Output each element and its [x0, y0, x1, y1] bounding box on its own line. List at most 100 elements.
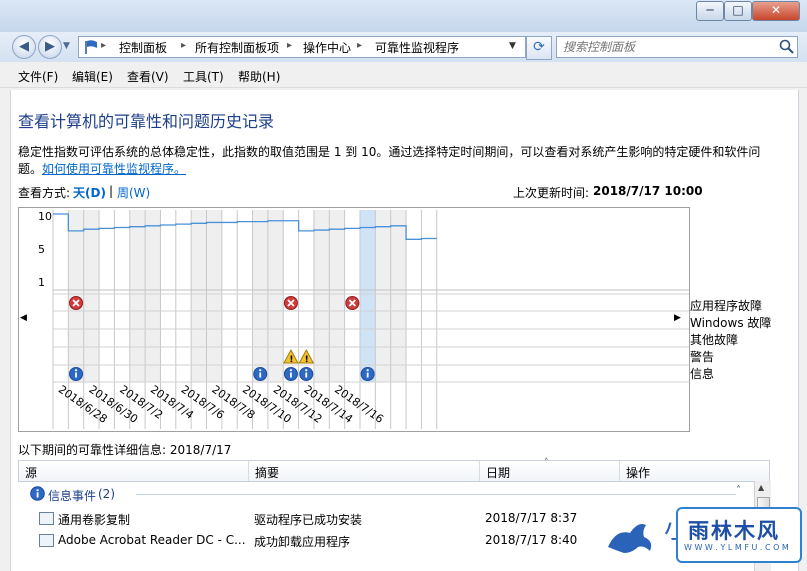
column-action[interactable]: 操作: [626, 464, 650, 481]
breadcrumb-sep-icon: ▸: [101, 40, 107, 51]
address-dropdown-icon[interactable]: ▼: [509, 41, 516, 51]
watermark-brand: 雨林木风: [688, 519, 780, 543]
breadcrumb-action-center[interactable]: 操作中心: [303, 39, 351, 56]
y-tick-label: 1: [38, 276, 45, 289]
column-divider: [619, 461, 620, 481]
help-link[interactable]: 如何使用可靠性监视程序。: [42, 160, 186, 177]
menu-view[interactable]: 查看(V): [127, 68, 169, 85]
reliability-chart[interactable]: 10 5 1!! 2018/6/28 2018/6/30 2018/7/2 2018/7/4…: [18, 207, 690, 432]
column-source[interactable]: 源: [25, 464, 37, 481]
info-icon: [30, 486, 45, 501]
chart-column-shade: [375, 210, 391, 382]
chart-column-shade: [390, 210, 407, 382]
view-day-link[interactable]: 天(D): [73, 184, 106, 201]
row-summary: 驱动程序已成功安装: [254, 513, 363, 527]
back-button[interactable]: ◀: [12, 35, 36, 59]
search-box: [556, 36, 798, 58]
maximize-button[interactable]: □: [724, 1, 752, 21]
group-count: (2): [98, 487, 115, 501]
information-icon: [283, 367, 298, 381]
legend-app-failure: 应用程序故障: [690, 299, 763, 313]
row-source: 通用卷影复制: [58, 513, 131, 527]
information-icon: [299, 367, 314, 381]
document-icon: [39, 534, 54, 547]
search-input[interactable]: [561, 38, 770, 56]
row-summary: 成功卸载应用程序: [254, 535, 351, 549]
group-header-info-events[interactable]: 信息事件 (2) ˄: [18, 484, 768, 504]
close-button[interactable]: ✕: [752, 1, 800, 21]
menu-edit[interactable]: 编辑(E): [72, 68, 113, 85]
recent-pages-dropdown-icon[interactable]: ▼: [63, 41, 70, 51]
table-header: 源 摘要 日期 ˄ 操作: [18, 458, 770, 482]
group-label: 信息事件: [48, 489, 97, 503]
forward-button[interactable]: ▶: [38, 35, 62, 59]
legend-other-failure: 其他故障: [690, 333, 739, 347]
watermark-box: 雨林木风 W W W . Y L M F U . C O M: [676, 507, 802, 563]
details-label: 以下期间的可靠性详细信息: 2018/7/17: [18, 443, 232, 457]
selected-day-column: [360, 210, 376, 382]
minimize-button[interactable]: ─: [696, 1, 724, 21]
y-tick-label: 10: [38, 210, 52, 223]
app-failure-icon: [345, 296, 360, 310]
breadcrumb-all-items[interactable]: 所有控制面板项: [195, 39, 279, 56]
address-bar[interactable]: ▸ 控制面板 ▸ 所有控制面板项 ▸ 操作中心 ▸ 可靠性监视程序 ▼: [78, 36, 526, 58]
last-updated-value: 2018/7/17 10:00: [593, 184, 703, 198]
search-icon[interactable]: [779, 39, 795, 55]
column-divider: [248, 461, 249, 481]
breadcrumb-control-panel[interactable]: 控制面板: [119, 39, 167, 56]
column-date[interactable]: 日期: [486, 464, 510, 481]
collapse-icon[interactable]: ˄: [736, 485, 741, 496]
scroll-up-icon[interactable]: ▲: [758, 483, 764, 492]
chart-column-shade: [252, 210, 268, 382]
view-week-link[interactable]: 周(W): [117, 184, 150, 201]
chart-column-shade: [313, 210, 330, 382]
chart-scroll-right-icon[interactable]: ▶: [674, 313, 681, 323]
warning-icon: !: [298, 348, 315, 365]
page-description-cont: 题。: [18, 162, 43, 176]
chart-column-shade: [191, 210, 207, 382]
chart-column-shade: [329, 210, 345, 382]
last-updated-label: 上次更新时间:: [513, 186, 590, 200]
menu-tools[interactable]: 工具(T): [183, 68, 224, 85]
control-panel-flag-icon: [85, 40, 97, 54]
arrow-right-icon: ▶: [45, 39, 55, 54]
column-divider: [479, 461, 480, 481]
information-icon: [360, 367, 375, 381]
warning-icon: !: [283, 348, 299, 365]
menu-help[interactable]: 帮助(H): [238, 68, 280, 85]
breadcrumb-reliability-monitor[interactable]: 可靠性监视程序: [375, 39, 459, 56]
svg-text:!: !: [289, 355, 293, 365]
view-separator: |: [109, 184, 114, 198]
legend-windows-failure: Windows 故障: [690, 316, 772, 330]
legend-warning: 警告: [690, 350, 715, 364]
page-description: 稳定性指数可评估系统的总体稳定性，此指数的取值范围是 1 到 10。通过选择特定…: [18, 145, 761, 159]
chart-column-shade: [83, 210, 100, 382]
chart-column-shade: [206, 210, 222, 382]
app-failure-icon: [69, 296, 84, 310]
row-date: 2018/7/17 8:40: [485, 533, 578, 547]
chart-column-shade: [267, 210, 284, 382]
svg-text:!: !: [305, 355, 309, 365]
chart-column-shade: [129, 210, 146, 382]
chart-scroll-left-icon[interactable]: ◀: [20, 313, 27, 323]
watermark-logo: 小 雨林木风 W W W . Y L M F U . C O M: [602, 503, 802, 565]
app-failure-icon: [283, 296, 298, 310]
menu-file[interactable]: 文件(F): [18, 68, 58, 85]
row-source: Adobe Acrobat Reader DC - C...: [58, 533, 246, 547]
group-rule: [136, 494, 736, 495]
y-tick-label: 5: [38, 243, 45, 256]
refresh-icon: ⟳: [533, 39, 545, 55]
column-summary[interactable]: 摘要: [255, 464, 279, 481]
page-title: 查看计算机的可靠性和问题历史记录: [18, 112, 275, 131]
arrow-left-icon: ◀: [19, 39, 29, 54]
view-by-label: 查看方式:: [18, 186, 71, 200]
window-titlebar: ─ □ ✕: [0, 0, 807, 33]
information-icon: [253, 367, 268, 381]
sort-ascending-icon: ˄: [544, 458, 549, 468]
breadcrumb-sep-icon: ▸: [357, 40, 363, 51]
document-icon: [39, 512, 54, 525]
row-date: 2018/7/17 8:37: [485, 511, 578, 525]
breadcrumb-sep-icon: ▸: [287, 40, 293, 51]
information-icon: [69, 367, 84, 381]
refresh-button[interactable]: ⟳: [526, 36, 552, 60]
